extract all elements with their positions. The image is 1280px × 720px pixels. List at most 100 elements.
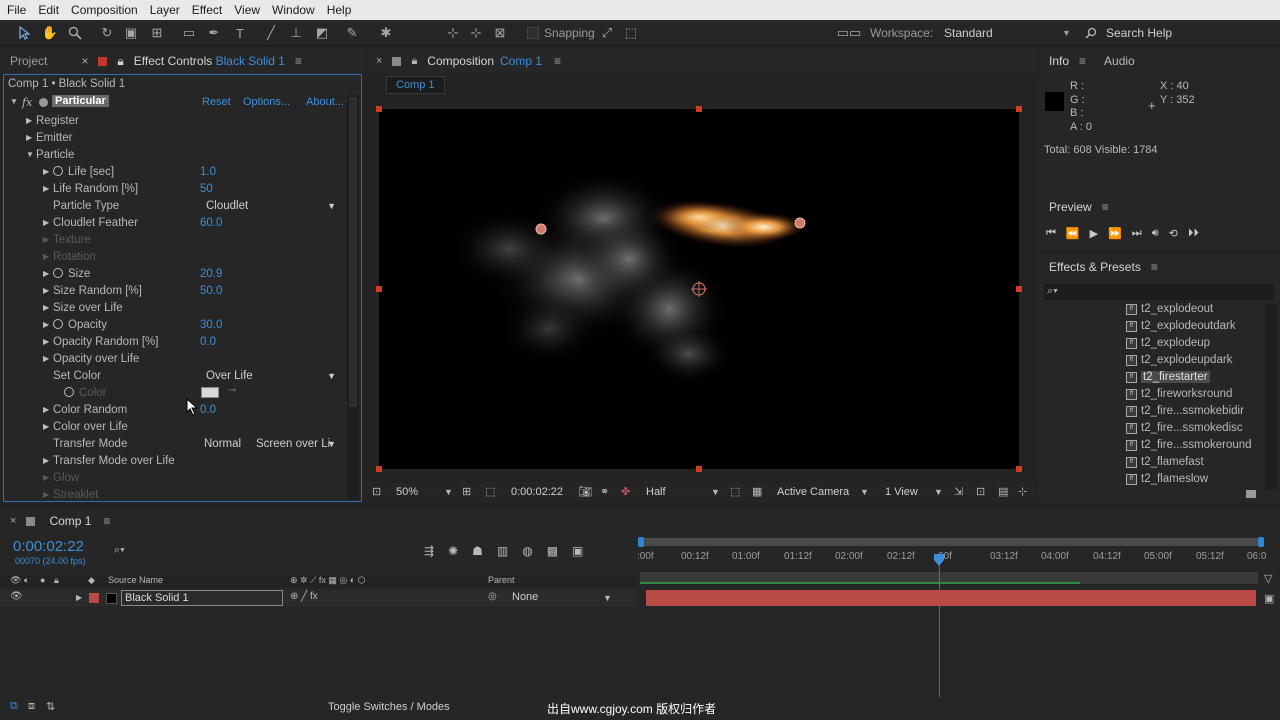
property-value[interactable]: 50.0 xyxy=(200,285,222,297)
layer-handle[interactable] xyxy=(696,106,702,112)
effects-search-input[interactable]: ⌕▾ xyxy=(1044,284,1274,300)
menu-file[interactable]: File xyxy=(0,3,31,17)
property-row[interactable]: ▶ Cloudlet Feather 60.0 xyxy=(4,214,344,231)
parent-header[interactable]: Parent xyxy=(488,575,515,585)
panel-menu-icon[interactable]: ≡ xyxy=(103,514,110,528)
property-row[interactable]: Set Color Over Life ▼ xyxy=(4,367,344,384)
property-row[interactable]: ▶ Color over Life xyxy=(4,418,344,435)
axis-view-icon[interactable]: ⊠ xyxy=(491,24,509,42)
preset-item[interactable]: ff t2_fire...ssmokedisc xyxy=(1126,420,1243,436)
search-help-input[interactable]: Search Help xyxy=(1106,26,1172,40)
expand-icon[interactable]: ▶ xyxy=(43,167,49,176)
color-swatch[interactable] xyxy=(201,387,219,398)
zoom-tool-icon[interactable] xyxy=(66,24,84,42)
work-area-start-handle[interactable] xyxy=(638,537,644,547)
timeline-tab[interactable]: Comp 1 xyxy=(49,514,91,528)
playhead-line[interactable] xyxy=(939,555,940,697)
dropdown-arrow-icon[interactable]: ▼ xyxy=(327,201,336,211)
work-area-bar[interactable] xyxy=(638,537,1264,547)
property-row[interactable]: ▶ Opacity Random [%] 0.0 xyxy=(4,333,344,350)
comp-mini-flowchart-icon[interactable]: ⇶ xyxy=(424,544,434,558)
expand-icon[interactable]: ▶ xyxy=(43,354,49,363)
property-value[interactable]: 0.0 xyxy=(200,336,216,348)
tab-audio[interactable]: Audio xyxy=(1104,54,1135,68)
expand-icon[interactable]: ▶ xyxy=(43,184,49,193)
workspace-dropdown[interactable]: Standard xyxy=(944,26,993,40)
preset-item[interactable]: ff t2_flamefast xyxy=(1126,454,1204,470)
property-row[interactable]: ▶ Size 20.9 xyxy=(4,265,344,282)
pan-behind-tool-icon[interactable]: ⊞ xyxy=(148,24,166,42)
layer-handle[interactable] xyxy=(376,106,382,112)
preset-item[interactable]: ff t2_explodeoutdark xyxy=(1126,318,1236,334)
parent-dropdown[interactable]: None xyxy=(506,590,618,606)
tab-effect-controls[interactable]: × 🔒︎ Effect Controls Black Solid 1 ≡ xyxy=(71,48,312,74)
expand-icon[interactable]: ▶ xyxy=(43,218,49,227)
menu-edit[interactable]: Edit xyxy=(31,3,64,17)
audio-icon[interactable]: 🔊︎ xyxy=(1152,227,1159,240)
property-value[interactable]: 50 xyxy=(200,183,213,195)
dropdown-arrow-icon[interactable]: ▼ xyxy=(327,371,336,381)
puppet-tool-icon[interactable]: ✱ xyxy=(377,24,395,42)
menu-window[interactable]: Window xyxy=(265,3,320,17)
dropdown-arrow-icon[interactable]: ▼ xyxy=(603,593,612,603)
pick-whip-icon[interactable]: ◎ xyxy=(488,591,497,602)
workspace-dropdown-arrow-icon[interactable]: ▼ xyxy=(1062,28,1071,38)
tab-project[interactable]: Project xyxy=(0,48,57,74)
panel-menu-icon[interactable]: ≡ xyxy=(1079,54,1086,68)
expand-icon[interactable]: ▶ xyxy=(43,405,49,414)
region-of-interest-icon[interactable]: ⬚ xyxy=(730,485,740,498)
menu-view[interactable]: View xyxy=(227,3,265,17)
playhead-handle[interactable] xyxy=(933,553,945,567)
property-row[interactable]: ▶ Size Random [%] 50.0 xyxy=(4,282,344,299)
layer-handle[interactable] xyxy=(1016,466,1022,472)
rectangle-tool-icon[interactable]: ▭ xyxy=(180,24,198,42)
effect-controls-scrollbar[interactable] xyxy=(347,95,359,500)
menu-layer[interactable]: Layer xyxy=(143,3,185,17)
expand-icon[interactable]: ▶ xyxy=(43,269,49,278)
preset-item[interactable]: ff t2_explodeup xyxy=(1126,335,1210,351)
preset-item[interactable]: ff t2_explodeout xyxy=(1126,301,1213,317)
expand-icon[interactable]: ▶ xyxy=(43,337,49,346)
property-dropdown[interactable]: Cloudlet ▼ xyxy=(200,198,338,213)
current-time-display[interactable]: 0:00:02:22 xyxy=(511,486,563,498)
tab-info[interactable]: Info xyxy=(1049,54,1069,68)
expand-icon[interactable]: ▶ xyxy=(43,456,49,465)
lock-icon[interactable]: 🔒︎ xyxy=(117,54,123,69)
property-row[interactable]: ▶ Streaklet xyxy=(4,486,344,501)
layer-handle[interactable] xyxy=(696,466,702,472)
panel-menu-icon[interactable]: ≡ xyxy=(1151,260,1158,274)
property-value[interactable]: 30.0 xyxy=(200,319,222,331)
frame-blending-icon[interactable]: ▥ xyxy=(497,544,508,558)
layer-handle[interactable] xyxy=(376,466,382,472)
stopwatch-icon[interactable] xyxy=(53,318,63,329)
axis-local-icon[interactable]: ⊹ xyxy=(444,24,462,42)
property-value[interactable]: 20.9 xyxy=(200,268,222,280)
layer-expand-icon[interactable]: ▶ xyxy=(76,593,82,602)
roto-brush-tool-icon[interactable]: ✎ xyxy=(343,24,361,42)
preset-item[interactable]: ff t2_explodeupdark xyxy=(1126,352,1232,368)
property-row[interactable]: ▶ Register xyxy=(4,112,344,129)
scrollbar-thumb[interactable] xyxy=(349,97,357,407)
search-icon[interactable] xyxy=(1082,24,1100,42)
clone-stamp-tool-icon[interactable]: ⊥ xyxy=(287,24,305,42)
axis-world-icon[interactable]: ⊹ xyxy=(467,24,485,42)
mask-icon[interactable]: ⬚ xyxy=(485,485,495,498)
property-value[interactable]: 0.0 xyxy=(200,404,216,416)
preset-item[interactable]: ff t2_flameslow xyxy=(1126,471,1208,487)
property-row[interactable]: Color ⊸ xyxy=(4,384,344,401)
property-row[interactable]: ▶ Glow xyxy=(4,469,344,486)
last-frame-icon[interactable]: ⏭ xyxy=(1132,227,1142,240)
show-snapshot-icon[interactable]: ⚭ xyxy=(600,485,609,498)
fx-icon[interactable]: fx xyxy=(22,96,32,109)
loop-icon[interactable]: ⟲ xyxy=(1169,227,1178,240)
snap-feather-icon[interactable]: ⬚ xyxy=(622,24,640,42)
property-row[interactable]: ▶ Transfer Mode over Life xyxy=(4,452,344,469)
composition-tab-title[interactable]: Composition xyxy=(427,54,494,68)
options-link[interactable]: Options... xyxy=(243,96,290,108)
layer-switches-icon[interactable]: ⊕ ╱ fx xyxy=(290,591,318,602)
property-row[interactable]: Particle Type Cloudlet ▼ xyxy=(4,197,344,214)
ram-preview-icon[interactable]: ⏵⏵ xyxy=(1188,227,1199,240)
expand-icon[interactable]: ▶ xyxy=(43,320,49,329)
type-tool-icon[interactable]: T xyxy=(231,24,249,42)
timeline-current-time[interactable]: 0:00:02:22 xyxy=(13,538,84,555)
